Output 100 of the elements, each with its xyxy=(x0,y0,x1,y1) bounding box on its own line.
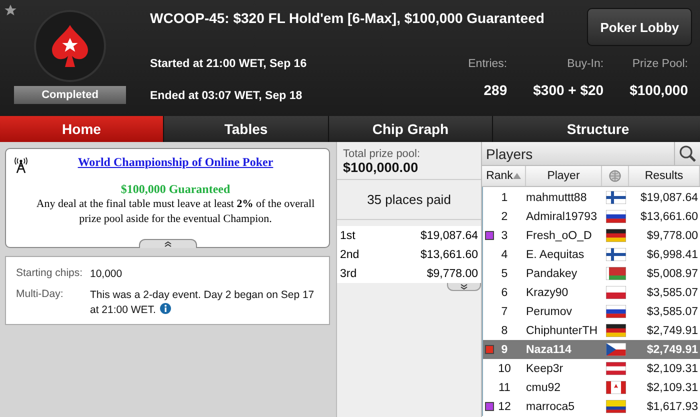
detail-label: Starting chips: xyxy=(16,267,84,281)
globe-icon xyxy=(609,170,621,182)
player-name: marroca5 xyxy=(526,400,576,412)
result-cell-text: $2,109.31 xyxy=(646,362,699,374)
player-name: Keep3r xyxy=(526,362,564,374)
result-cell-text: $9,778.00 xyxy=(646,230,699,242)
player-name: Admiral19793 xyxy=(526,210,598,222)
player-row[interactable]: 6 Krazy90 $3,585.07 xyxy=(483,283,700,302)
result-cell-text: $2,749.91 xyxy=(646,324,699,336)
info-icon[interactable] xyxy=(160,303,171,314)
flag-icon xyxy=(606,191,626,204)
stat-label: Entries: xyxy=(468,58,508,70)
detail-label: Multi-Day: xyxy=(16,288,64,302)
player-name: Fresh_oO_D xyxy=(526,230,593,242)
player-name: Krazy90 xyxy=(526,286,570,298)
total-prize-label: Total prize pool: xyxy=(343,148,422,160)
player-row[interactable]: 10 Keep3r $2,109.31 xyxy=(483,359,700,378)
tab[interactable]: Structure xyxy=(493,116,700,142)
results-column-header[interactable]: Results xyxy=(629,166,700,186)
result-cell-text: $3,585.07 xyxy=(646,306,699,318)
tab[interactable]: Tables xyxy=(164,116,328,142)
total-prize-value: $100,000.00 xyxy=(343,160,420,175)
player-name: mahmuttt88 xyxy=(526,192,588,204)
player-row[interactable]: 4 E. Aequitas $6,998.41 xyxy=(483,245,700,264)
player-name: Pandakey xyxy=(526,268,578,280)
payout-amount: $19,087.64 xyxy=(420,230,478,242)
player-row[interactable]: 12 marroca5 $1,617.93 xyxy=(483,397,700,416)
result-cell-text: $5,008.97 xyxy=(646,268,699,280)
stat-value: 289 xyxy=(484,82,508,98)
flag-icon xyxy=(606,229,626,242)
deal-note: Any deal at the final table must leave at least 2% of the overall prize pool aside for the eventual Champion. xyxy=(35,197,316,227)
rank-column-header[interactable]: Rank xyxy=(482,166,526,186)
player-row[interactable]: 9 Naza114 $2,749.91 xyxy=(483,340,700,359)
player-name: ChiphunterTH xyxy=(526,324,599,336)
flag-icon xyxy=(606,400,626,413)
wcoop-link[interactable]: World Championship of Online Poker xyxy=(78,155,274,170)
flag-icon xyxy=(606,210,626,223)
player-row[interactable]: 5 Pandakey $5,008.97 xyxy=(483,264,700,283)
payout-amount: $9,778.00 xyxy=(426,268,478,280)
tournament-title: WCOOP-45: $320 FL Hold'em [6-Max], $100,000 Guaranteed xyxy=(150,9,544,26)
result-cell-text: $3,585.07 xyxy=(646,286,699,298)
player-name: Perumov xyxy=(526,306,574,318)
payout-place: 1st xyxy=(340,230,356,242)
result-cell-text: $19,087.64 xyxy=(640,192,699,204)
player-row[interactable]: 8 ChiphunterTH $2,749.91 xyxy=(483,321,700,340)
player-name: cmu92 xyxy=(526,382,562,394)
result-cell-text: $13,661.60 xyxy=(640,210,699,222)
player-row[interactable]: 1 mahmuttt88 $19,087.64 xyxy=(483,188,700,207)
payout-place: 3rd xyxy=(340,268,357,280)
player-row[interactable]: 2 Admiral19793 $13,661.60 xyxy=(483,207,700,226)
payout-amount: $13,661.60 xyxy=(420,248,478,260)
rank-cell: 5 xyxy=(501,268,508,280)
rank-cell: 1 xyxy=(501,192,508,204)
tab[interactable]: Home xyxy=(0,116,163,142)
player-row[interactable]: 7 Perumov $3,585.07 xyxy=(483,302,700,321)
players-title: Players xyxy=(485,146,533,162)
stat-label: Prize Pool: xyxy=(632,58,688,70)
tab[interactable]: Chip Graph xyxy=(329,116,492,142)
rank-cell: 10 xyxy=(498,362,511,374)
chevron-down-icon xyxy=(460,284,468,290)
rank-cell: 3 xyxy=(501,230,508,242)
spade-logo-icon xyxy=(50,23,90,69)
rank-cell: 11 xyxy=(498,382,510,394)
player-name: Naza114 xyxy=(526,344,572,356)
detail-value: This was a 2-day event. Day 2 began on Sep 17 at 21:00 WET. xyxy=(90,288,316,318)
sort-arrow-icon xyxy=(512,173,521,179)
rank-cell: 9 xyxy=(501,344,508,356)
rank-cell: 8 xyxy=(501,324,508,336)
player-name: E. Aequitas xyxy=(526,248,586,260)
search-icon xyxy=(678,144,696,162)
result-cell-text: $6,998.41 xyxy=(646,248,699,260)
guarantee-text: $100,000 Guaranteed xyxy=(120,182,230,197)
start-time: Started at 21:00 WET, Sep 16 xyxy=(150,58,307,70)
flag-icon xyxy=(606,343,626,356)
flag-icon xyxy=(606,381,626,394)
player-row[interactable]: 3 Fresh_oO_D $9,778.00 xyxy=(483,226,700,245)
antenna-icon xyxy=(14,157,28,173)
player-row[interactable]: 11 cmu92 $2,109.31 xyxy=(483,378,700,397)
places-paid: 35 places paid xyxy=(337,180,481,220)
result-cell-text: $1,617.93 xyxy=(646,400,699,412)
poker-lobby-button[interactable]: Poker Lobby xyxy=(587,8,692,46)
flag-icon xyxy=(606,286,626,299)
flag-icon xyxy=(606,362,626,375)
rank-cell: 4 xyxy=(501,248,508,260)
rank-cell: 6 xyxy=(501,286,508,298)
collapse-button[interactable] xyxy=(138,239,196,248)
flag-icon xyxy=(606,305,626,318)
rank-cell: 2 xyxy=(501,210,508,222)
payout-place: 2nd xyxy=(340,248,360,260)
stat-value: $300 + $20 xyxy=(533,82,604,98)
star-icon[interactable] xyxy=(4,4,17,17)
stat-label: Buy-In: xyxy=(567,58,604,70)
chevron-up-icon xyxy=(164,241,172,247)
result-cell-text: $2,749.91 xyxy=(646,344,699,356)
end-time: Ended at 03:07 WET, Sep 18 xyxy=(150,90,304,102)
rank-cell: 12 xyxy=(498,400,511,412)
flag-icon xyxy=(606,267,626,280)
player-column-header[interactable]: Player xyxy=(526,166,602,186)
detail-value: 10,000 xyxy=(90,267,124,282)
expand-button[interactable] xyxy=(447,283,481,291)
